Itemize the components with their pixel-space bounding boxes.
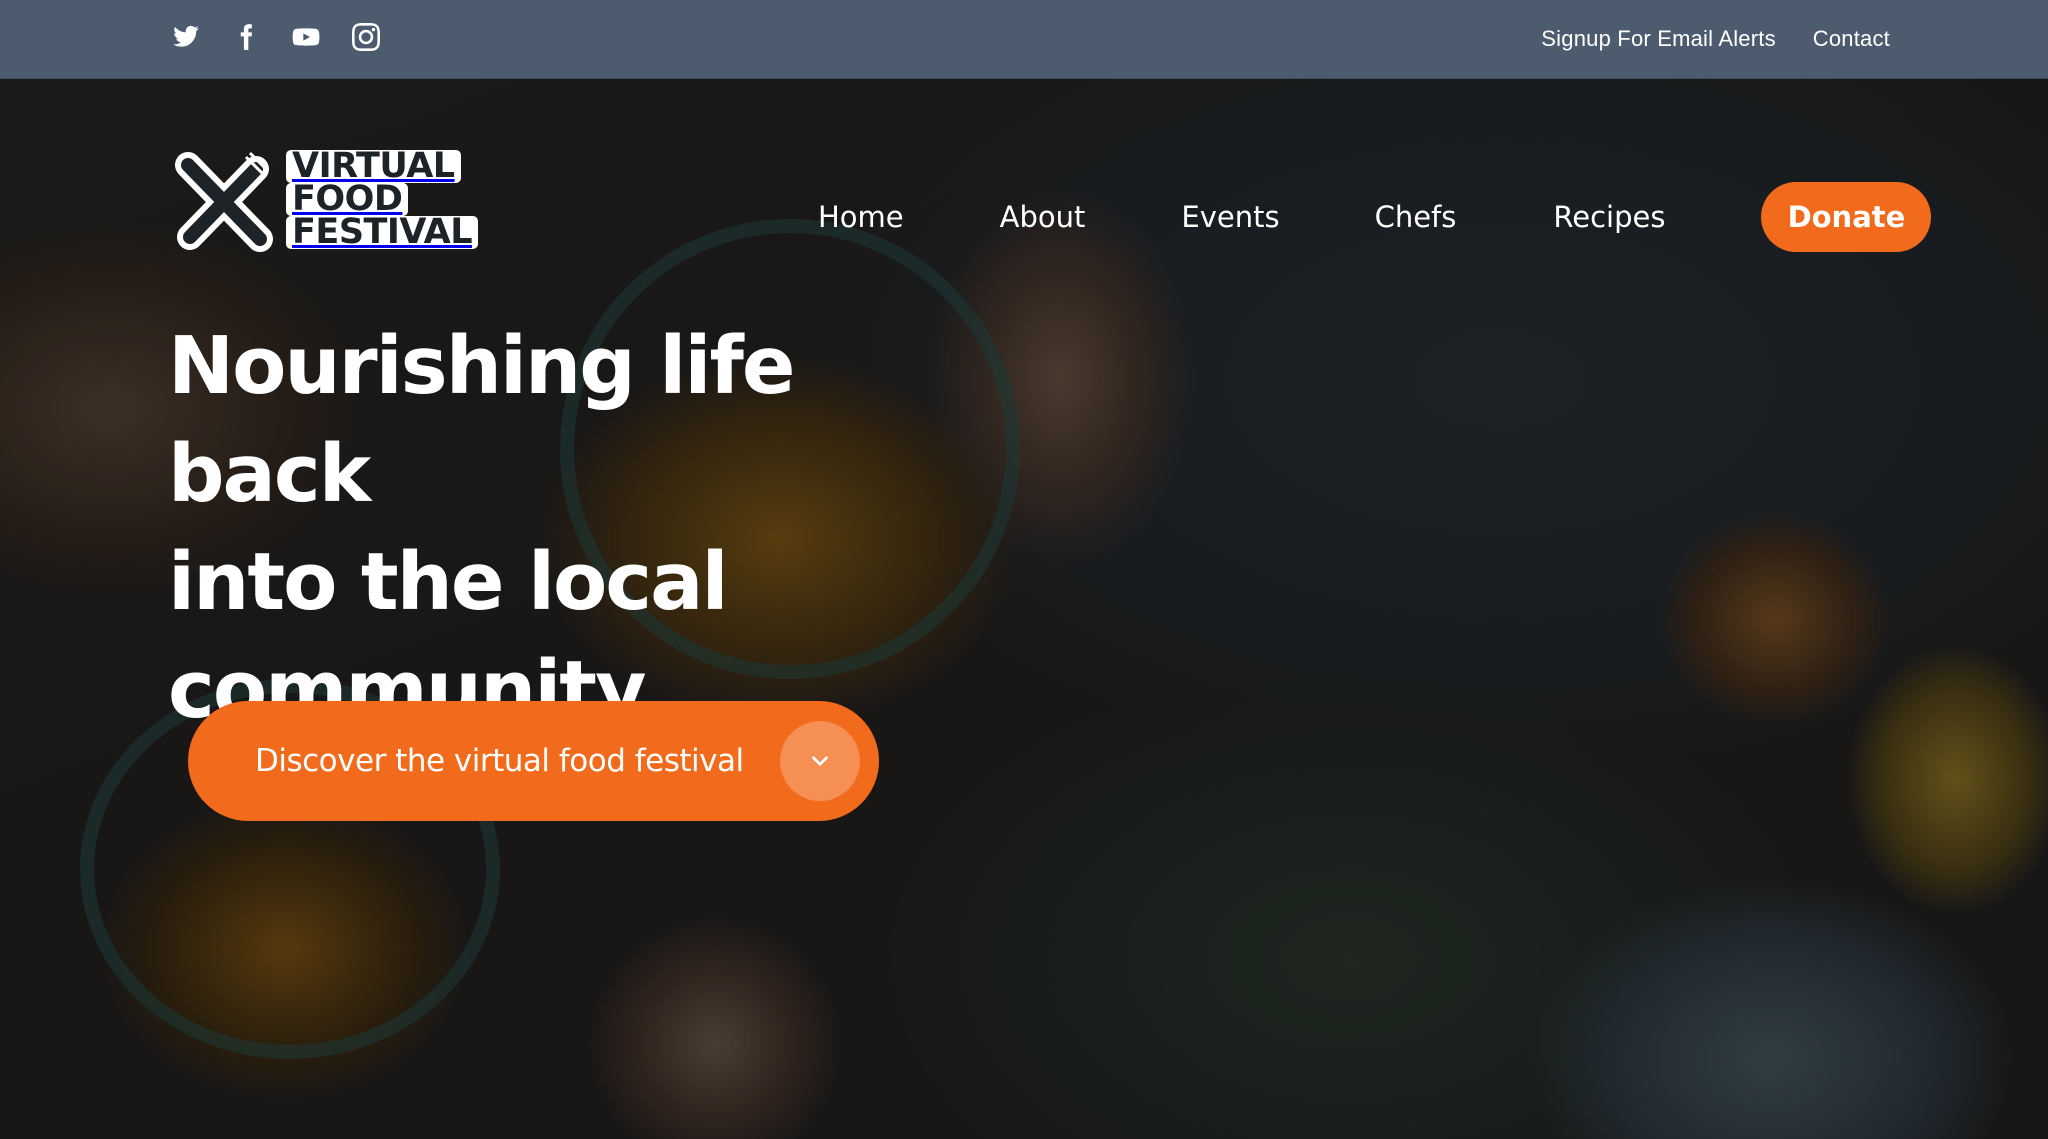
- nav-home[interactable]: Home: [818, 200, 904, 234]
- nav-events[interactable]: Events: [1181, 200, 1279, 234]
- logo-line-food: FOOD: [286, 181, 409, 216]
- facebook-icon[interactable]: [231, 22, 261, 52]
- instagram-icon[interactable]: [351, 22, 381, 52]
- headline-line-1: Nourishing life back: [168, 320, 795, 520]
- youtube-icon[interactable]: [291, 22, 321, 52]
- cta-label: Discover the virtual food festival: [255, 743, 744, 779]
- discover-festival-button[interactable]: Discover the virtual food festival: [188, 701, 879, 821]
- festival-logo[interactable]: VIRTUAL FOOD FESTIVAL: [168, 143, 479, 255]
- top-utility-bar: Signup For Email Alerts Contact: [0, 0, 2048, 79]
- hero-headline: Nourishing life back into the local comm…: [168, 312, 928, 744]
- twitter-icon[interactable]: [171, 22, 201, 52]
- chevron-down-icon: [780, 721, 860, 801]
- contact-link[interactable]: Contact: [1813, 26, 1890, 52]
- logo-line-festival: FESTIVAL: [286, 214, 479, 249]
- nav-recipes[interactable]: Recipes: [1553, 200, 1665, 234]
- logo-line-virtual: VIRTUAL: [286, 148, 461, 183]
- email-alerts-link[interactable]: Signup For Email Alerts: [1541, 26, 1775, 52]
- nav-about[interactable]: About: [1000, 200, 1086, 234]
- fork-knife-logo-icon: [175, 151, 273, 252]
- hero-section: VIRTUAL FOOD FESTIVAL Home About Events …: [0, 79, 2048, 1139]
- headline-line-2: into the local: [168, 536, 729, 628]
- main-navigation: Home About Events Chefs Recipes Donate: [818, 182, 1932, 252]
- logo-wordmark: VIRTUAL FOOD FESTIVAL: [286, 148, 479, 249]
- utility-links: Signup For Email Alerts Contact: [1541, 26, 1890, 52]
- nav-chefs[interactable]: Chefs: [1375, 200, 1457, 234]
- social-links: [171, 22, 381, 52]
- donate-button[interactable]: Donate: [1761, 182, 1932, 252]
